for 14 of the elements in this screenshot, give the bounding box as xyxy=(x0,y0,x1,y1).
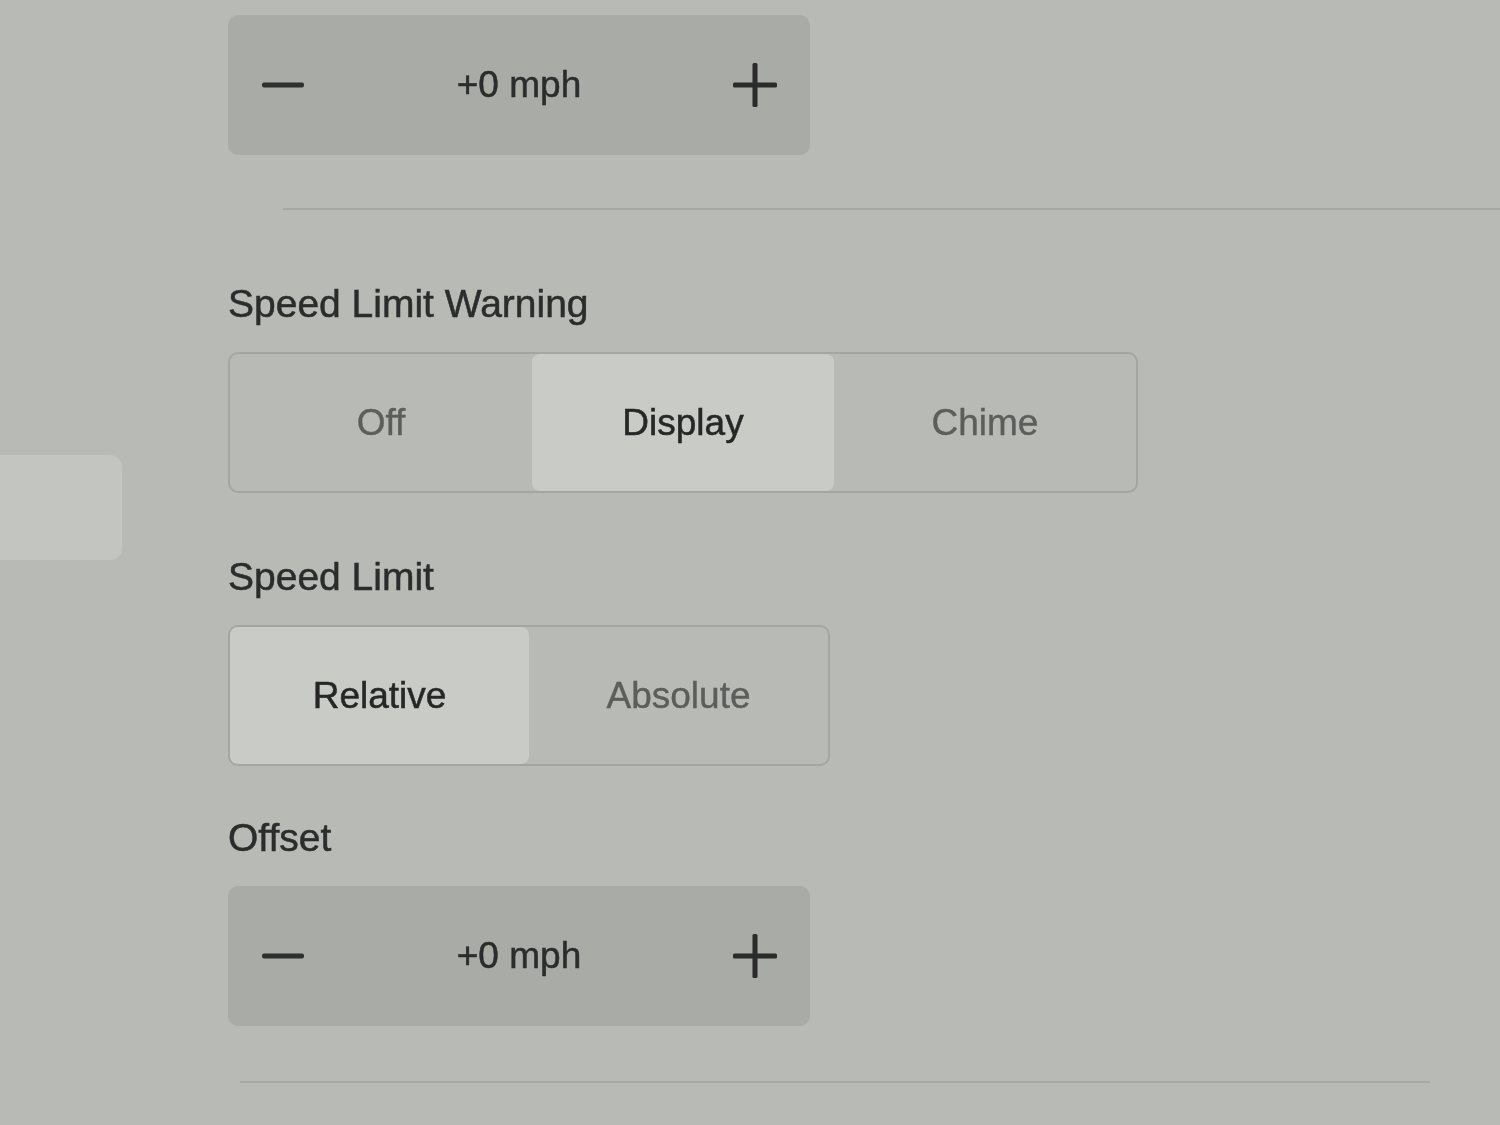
plus-icon xyxy=(733,934,777,978)
segment-option[interactable]: Chime xyxy=(834,354,1136,491)
section-heading: Speed Limit Warning xyxy=(228,282,589,326)
segment-option[interactable]: Relative xyxy=(230,627,529,764)
section-heading: Offset xyxy=(228,816,332,860)
stepper-value: +0 mph xyxy=(456,934,582,979)
minus-icon xyxy=(262,82,304,88)
stepper-value: +0 mph xyxy=(456,63,582,108)
segment-option[interactable]: Absolute xyxy=(529,627,828,764)
section-heading: Speed Limit xyxy=(228,555,434,599)
segment-option[interactable]: Display xyxy=(532,354,834,491)
minus-icon xyxy=(262,953,304,959)
segment-option[interactable]: Off xyxy=(230,354,532,491)
plus-icon xyxy=(733,63,777,107)
